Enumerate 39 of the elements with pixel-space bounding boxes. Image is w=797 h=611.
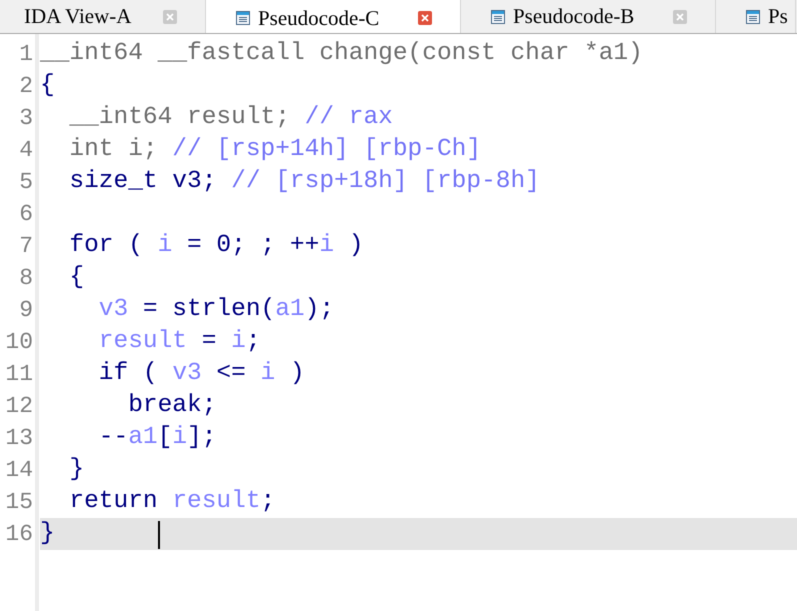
document-icon <box>746 10 760 24</box>
close-icon[interactable] <box>673 10 687 24</box>
line-number: 4 <box>18 136 33 165</box>
line-number: 16 <box>4 520 33 549</box>
code-line: for ( i = 0; ; ++i ) <box>69 231 364 261</box>
line-number: 14 <box>4 456 33 485</box>
code-line: { <box>69 263 84 293</box>
code-line: } <box>40 519 55 549</box>
line-number: 2 <box>18 72 33 101</box>
code-line: __int64 __fastcall change(const char *a1) <box>40 39 643 69</box>
code-line: return result; <box>69 487 276 517</box>
code-line: result = i; <box>98 327 261 357</box>
code-line: size_t v3; // [rsp+18h] [rbp-8h] <box>69 167 540 197</box>
line-number: 8 <box>18 264 33 293</box>
line-number: 10 <box>4 328 33 357</box>
document-icon <box>491 10 505 24</box>
code-line: } <box>69 455 84 485</box>
code-line: v3 = strlen(a1); <box>98 295 334 325</box>
code-line: { <box>40 71 55 101</box>
close-icon[interactable] <box>163 10 177 24</box>
line-number: 7 <box>18 232 33 261</box>
line-number: 1 <box>18 40 33 69</box>
code-line: int i; // [rsp+14h] [rbp-Ch] <box>69 135 482 165</box>
close-icon[interactable] <box>418 11 432 25</box>
line-number: 11 <box>4 360 33 389</box>
line-number: 13 <box>4 424 33 453</box>
code-line: __int64 result; // rax <box>69 103 393 133</box>
code-line: --a1[i]; <box>98 423 216 453</box>
line-number: 12 <box>4 392 33 421</box>
line-number: 6 <box>18 200 33 229</box>
tab[interactable]: Pseudocode-C <box>206 0 461 33</box>
line-number: 9 <box>18 296 33 325</box>
line-number: 5 <box>18 168 33 197</box>
code-line: break; <box>128 391 216 421</box>
line-number: 3 <box>18 104 33 133</box>
document-icon <box>236 11 250 25</box>
line-number: 15 <box>4 488 33 517</box>
text-cursor <box>158 521 160 549</box>
code-line: if ( v3 <= i ) <box>98 359 305 389</box>
